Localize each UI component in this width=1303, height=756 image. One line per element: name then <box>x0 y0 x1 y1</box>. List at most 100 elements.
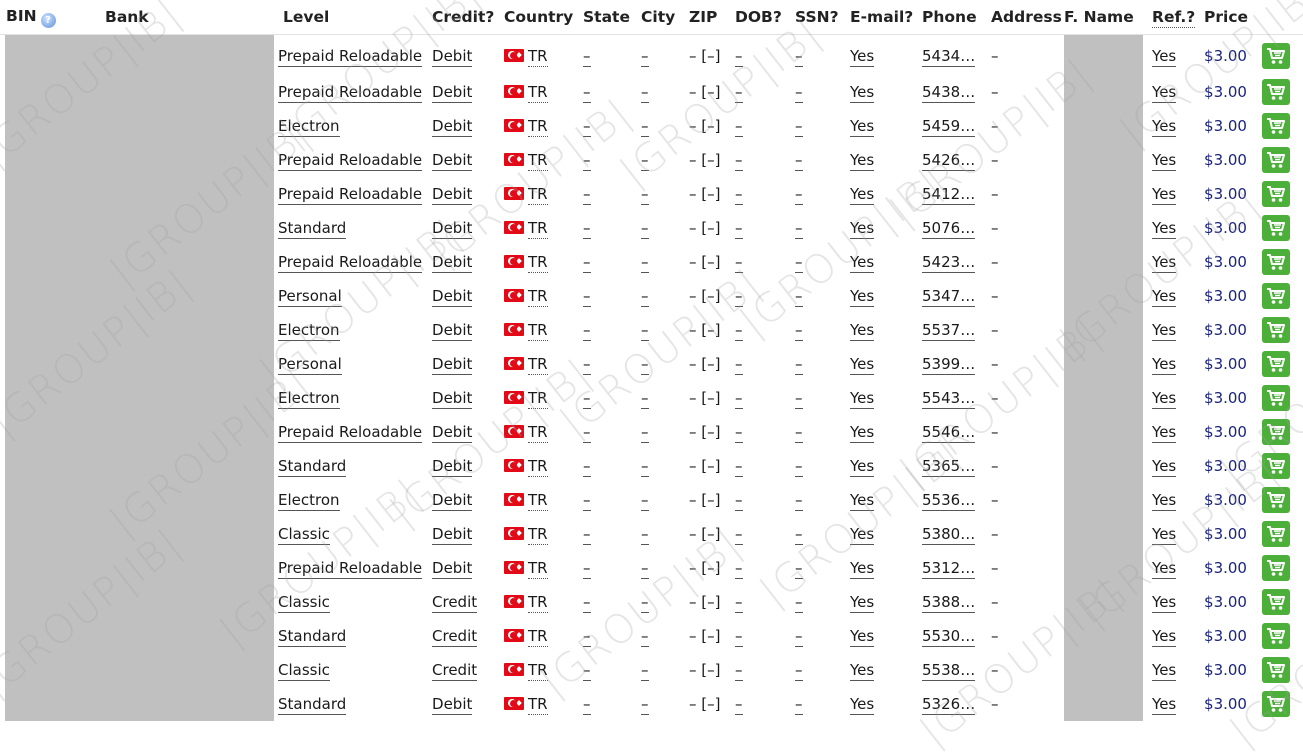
phone-cell[interactable]: 5412… <box>922 177 991 211</box>
country-cell[interactable]: TR <box>504 517 583 551</box>
level-cell[interactable]: Classic <box>278 653 432 687</box>
level-cell[interactable]: Prepaid Reloadable <box>278 415 432 449</box>
phone-cell[interactable]: 5438… <box>922 75 991 109</box>
add-to-cart-icon[interactable] <box>1262 691 1291 717</box>
col-email[interactable]: E-mail? <box>850 0 923 35</box>
cart-cell[interactable] <box>1262 415 1303 449</box>
cart-cell[interactable] <box>1262 449 1303 483</box>
level-cell[interactable]: Standard <box>278 687 432 721</box>
country-cell[interactable]: TR <box>504 551 583 585</box>
add-to-cart-icon[interactable] <box>1262 43 1291 69</box>
add-to-cart-icon[interactable] <box>1262 215 1291 241</box>
level-cell[interactable]: Prepaid Reloadable <box>278 143 432 177</box>
country-cell[interactable]: TR <box>504 177 583 211</box>
cart-cell[interactable] <box>1262 109 1303 143</box>
add-to-cart-icon[interactable] <box>1262 181 1291 207</box>
cart-cell[interactable] <box>1262 279 1303 313</box>
cart-cell[interactable] <box>1262 211 1303 245</box>
add-to-cart-icon[interactable] <box>1262 249 1291 275</box>
add-to-cart-icon[interactable] <box>1262 385 1291 411</box>
country-cell[interactable]: TR <box>504 279 583 313</box>
country-cell[interactable]: TR <box>504 75 583 109</box>
phone-cell[interactable]: 5347… <box>922 279 991 313</box>
add-to-cart-icon[interactable] <box>1262 487 1291 513</box>
country-cell[interactable]: TR <box>504 415 583 449</box>
add-to-cart-icon[interactable] <box>1262 79 1291 105</box>
add-to-cart-icon[interactable] <box>1262 317 1291 343</box>
level-cell[interactable]: Prepaid Reloadable <box>278 551 432 585</box>
cart-cell[interactable] <box>1262 381 1303 415</box>
country-cell[interactable]: TR <box>504 313 583 347</box>
col-city[interactable]: City <box>641 0 690 35</box>
level-cell[interactable]: Personal <box>278 347 432 381</box>
cart-cell[interactable] <box>1262 585 1303 619</box>
col-fname[interactable]: F. Name <box>1064 0 1153 35</box>
level-cell[interactable]: Electron <box>278 313 432 347</box>
phone-cell[interactable]: 5434… <box>922 35 991 76</box>
add-to-cart-icon[interactable] <box>1262 589 1291 615</box>
level-cell[interactable]: Classic <box>278 517 432 551</box>
country-cell[interactable]: TR <box>504 585 583 619</box>
add-to-cart-icon[interactable] <box>1262 351 1291 377</box>
country-cell[interactable]: TR <box>504 245 583 279</box>
add-to-cart-icon[interactable] <box>1262 453 1291 479</box>
country-cell[interactable]: TR <box>504 619 583 653</box>
phone-cell[interactable]: 5399… <box>922 347 991 381</box>
phone-cell[interactable]: 5537… <box>922 313 991 347</box>
level-cell[interactable]: Standard <box>278 449 432 483</box>
col-dob[interactable]: DOB? <box>735 0 796 35</box>
phone-cell[interactable]: 5426… <box>922 143 991 177</box>
cart-cell[interactable] <box>1262 517 1303 551</box>
country-cell[interactable]: TR <box>504 143 583 177</box>
country-cell[interactable]: TR <box>504 483 583 517</box>
col-credit[interactable]: Credit? <box>432 0 505 35</box>
col-phone[interactable]: Phone <box>922 0 992 35</box>
cart-cell[interactable] <box>1262 313 1303 347</box>
level-cell[interactable]: Electron <box>278 109 432 143</box>
level-cell[interactable]: Prepaid Reloadable <box>278 35 432 76</box>
cart-cell[interactable] <box>1262 245 1303 279</box>
add-to-cart-icon[interactable] <box>1262 657 1291 683</box>
col-price[interactable]: Price <box>1204 0 1263 35</box>
add-to-cart-icon[interactable] <box>1262 419 1291 445</box>
col-country[interactable]: Country <box>504 0 584 35</box>
phone-cell[interactable]: 5538… <box>922 653 991 687</box>
cart-cell[interactable] <box>1262 35 1303 76</box>
level-cell[interactable]: Classic <box>278 585 432 619</box>
cart-cell[interactable] <box>1262 347 1303 381</box>
cart-cell[interactable] <box>1262 551 1303 585</box>
add-to-cart-icon[interactable] <box>1262 283 1291 309</box>
phone-cell[interactable]: 5543… <box>922 381 991 415</box>
level-cell[interactable]: Prepaid Reloadable <box>278 245 432 279</box>
col-bin[interactable]: BIN? <box>0 0 105 35</box>
cart-cell[interactable] <box>1262 177 1303 211</box>
level-cell[interactable]: Electron <box>278 381 432 415</box>
col-bank[interactable]: Bank <box>105 0 274 35</box>
col-ssn[interactable]: SSN? <box>795 0 851 35</box>
country-cell[interactable]: TR <box>504 347 583 381</box>
country-cell[interactable]: TR <box>504 687 583 721</box>
country-cell[interactable]: TR <box>504 211 583 245</box>
phone-cell[interactable]: 5546… <box>922 415 991 449</box>
cart-cell[interactable] <box>1262 143 1303 177</box>
phone-cell[interactable]: 5076… <box>922 211 991 245</box>
level-cell[interactable]: Standard <box>278 619 432 653</box>
level-cell[interactable]: Standard <box>278 211 432 245</box>
country-cell[interactable]: TR <box>504 109 583 143</box>
country-cell[interactable]: TR <box>504 35 583 76</box>
add-to-cart-icon[interactable] <box>1262 555 1291 581</box>
phone-cell[interactable]: 5326… <box>922 687 991 721</box>
cart-cell[interactable] <box>1262 687 1303 721</box>
col-address[interactable]: Address <box>991 0 1065 35</box>
add-to-cart-icon[interactable] <box>1262 147 1291 173</box>
phone-cell[interactable]: 5312… <box>922 551 991 585</box>
col-level[interactable]: Level <box>274 0 433 35</box>
add-to-cart-icon[interactable] <box>1262 521 1291 547</box>
phone-cell[interactable]: 5459… <box>922 109 991 143</box>
add-to-cart-icon[interactable] <box>1262 623 1291 649</box>
phone-cell[interactable]: 5380… <box>922 517 991 551</box>
info-icon[interactable]: ? <box>40 12 56 28</box>
col-zip[interactable]: ZIP <box>689 0 736 35</box>
level-cell[interactable]: Personal <box>278 279 432 313</box>
country-cell[interactable]: TR <box>504 449 583 483</box>
